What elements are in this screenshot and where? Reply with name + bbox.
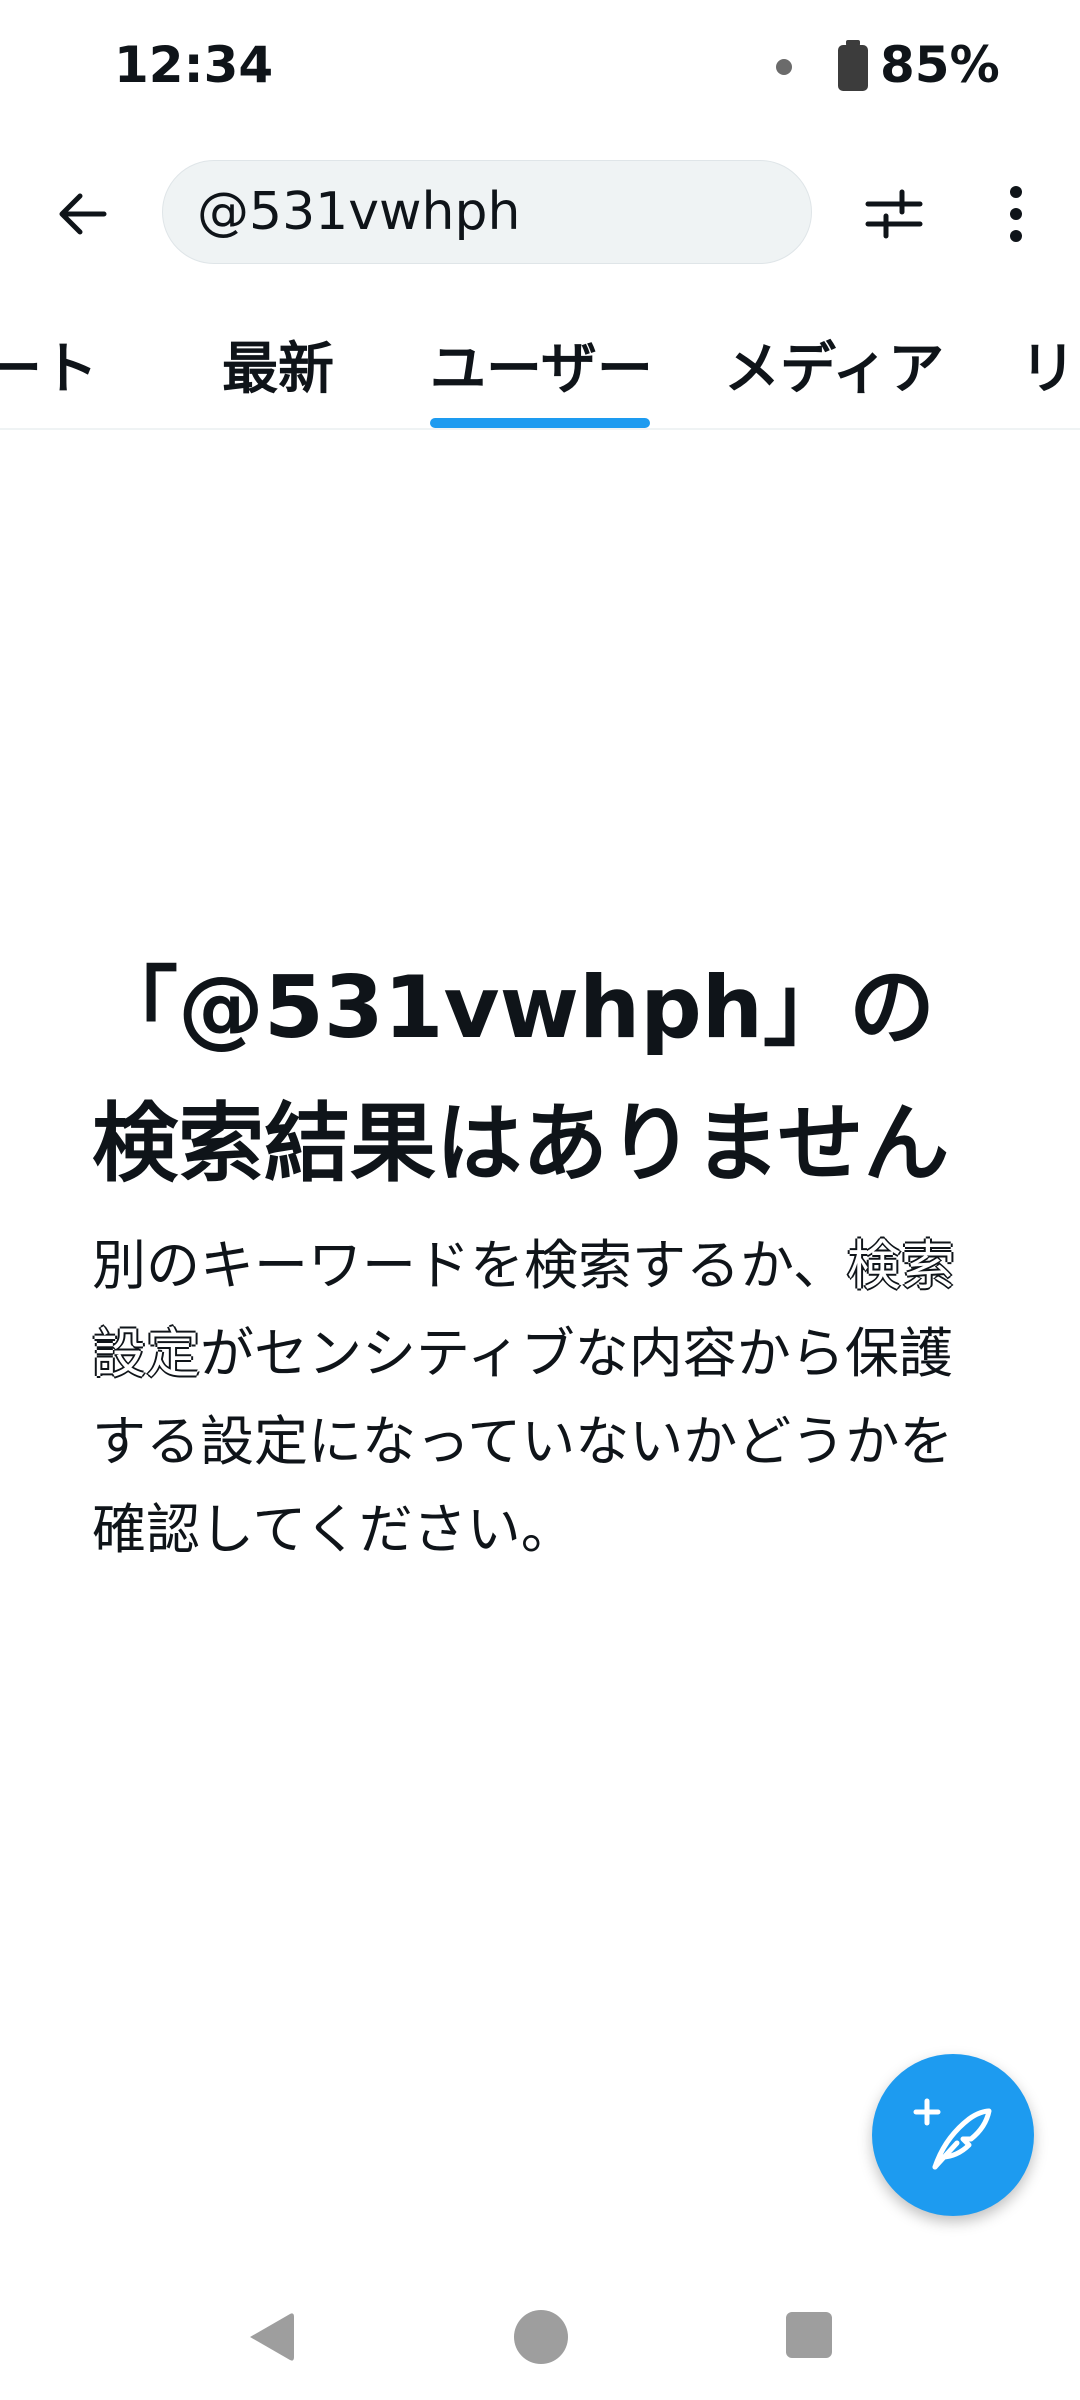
search-tabs: ツイート 最新 ユーザー メディア リスト	[0, 300, 1080, 430]
empty-state-body-suffix: がセンシティブな内容から保護する設定になっていないかどうかを確認してください。	[92, 1322, 954, 1561]
more-options-button[interactable]	[974, 172, 1058, 256]
status-time: 12:34	[114, 36, 274, 94]
system-nav-bar	[0, 2270, 1080, 2400]
tab-people[interactable]: ユーザー	[430, 324, 653, 405]
tab-top[interactable]: ツイート	[0, 324, 98, 405]
status-bar: 12:34 85%	[0, 0, 1080, 135]
compose-feather-icon	[913, 2098, 992, 2170]
tab-latest[interactable]: 最新	[222, 324, 334, 405]
sliders-icon	[865, 189, 923, 239]
search-box[interactable]	[162, 160, 812, 264]
filter-button[interactable]	[852, 172, 936, 256]
top-bar	[0, 150, 1080, 280]
selected-tab-indicator	[430, 418, 650, 428]
tab-lists[interactable]: リスト	[1020, 324, 1080, 405]
more-vertical-icon	[1010, 186, 1022, 242]
battery-level: 85%	[880, 36, 1000, 94]
tab-media[interactable]: メディア	[724, 324, 944, 405]
empty-state-body: 別のキーワードを検索するか、検索設定がセンシティブな内容から保護する設定になって…	[92, 1222, 1004, 1574]
back-button[interactable]	[40, 172, 124, 256]
arrow-left-icon	[59, 193, 107, 235]
screen: 12:34 85% @531vwhph ート 最新 ユーザー メディア リ 「@…	[0, 0, 1080, 2400]
search-input[interactable]	[197, 182, 777, 242]
notification-dot-icon	[776, 59, 792, 75]
empty-state-title: 「@531vwhph」の検索結果はありません	[92, 958, 950, 1194]
nav-recents-icon[interactable]	[786, 2312, 832, 2358]
battery-icon	[838, 40, 868, 91]
compose-tweet-button[interactable]	[872, 2054, 1034, 2216]
empty-state-body-prefix: 別のキーワードを検索するか、	[92, 1234, 847, 1297]
nav-back-icon[interactable]	[246, 2310, 296, 2364]
nav-home-icon[interactable]	[514, 2310, 568, 2364]
